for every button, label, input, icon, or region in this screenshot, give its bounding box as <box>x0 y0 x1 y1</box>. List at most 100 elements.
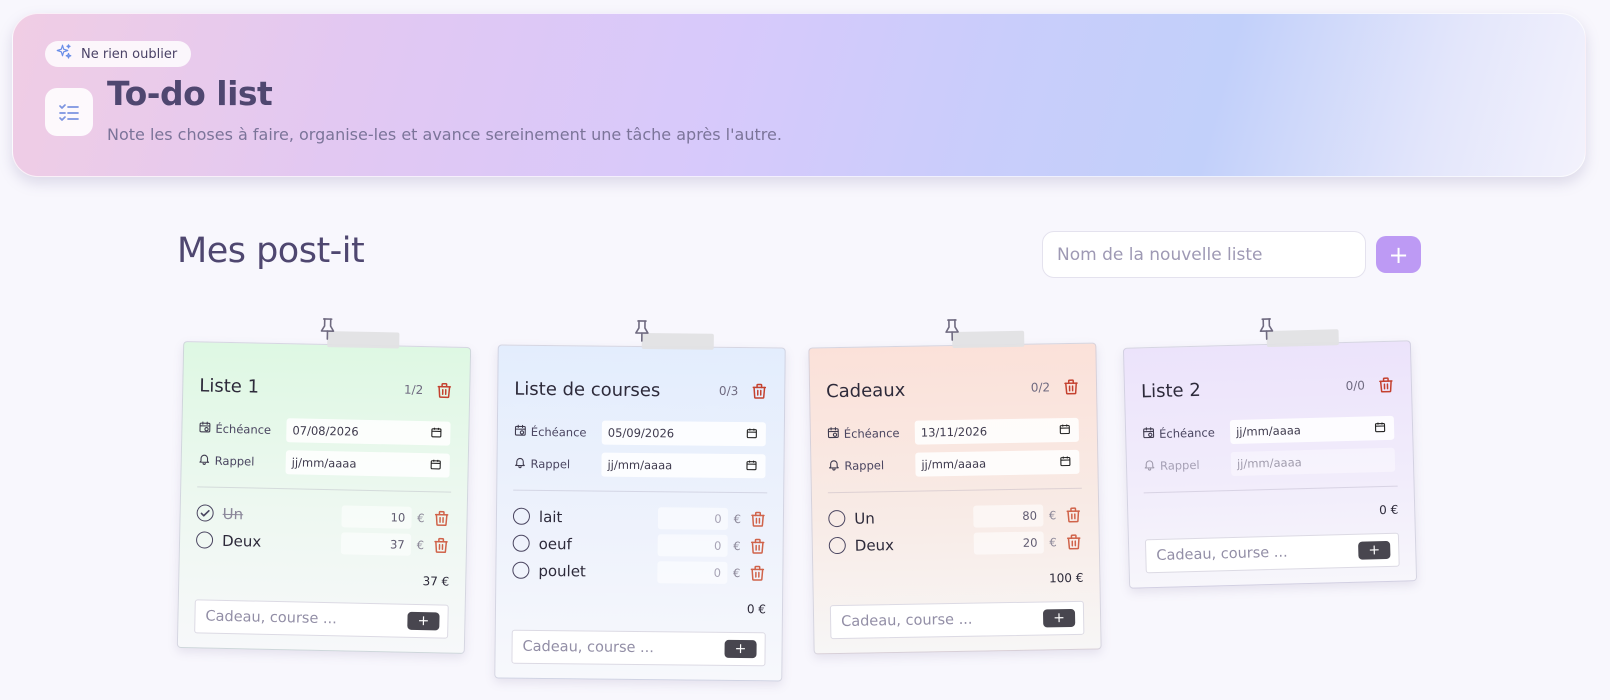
page-subtitle: Note les choses à faire, organise-les et… <box>107 125 782 144</box>
new-list-input[interactable] <box>1042 231 1366 278</box>
reminder-label-text: Rappel <box>530 456 571 472</box>
item-label[interactable]: Un <box>854 507 973 527</box>
item-label[interactable]: oeuf <box>539 534 658 553</box>
due-date-input[interactable]: 13/11/2026 <box>914 417 1080 445</box>
calendar-picker-icon[interactable] <box>746 427 758 442</box>
calendar-picker-icon[interactable] <box>430 426 442 441</box>
delete-item-icon[interactable] <box>432 508 450 528</box>
item-checkbox[interactable] <box>196 504 214 522</box>
add-item-input[interactable] <box>522 638 725 657</box>
item-price-input[interactable]: 10 <box>341 504 412 529</box>
calendar-picker-icon[interactable] <box>1059 454 1071 469</box>
items-list: Un 10 € Deux 37 € <box>195 499 451 558</box>
due-date-input[interactable]: 05/09/2026 <box>601 420 766 447</box>
section-title: Mes post-it <box>177 231 365 271</box>
delete-item-icon[interactable] <box>1064 504 1082 524</box>
card-header: Liste 1 1/2 <box>199 370 454 405</box>
progress-count: 0/3 <box>718 383 739 399</box>
due-date-input[interactable]: jj/mm/aaaa <box>1229 415 1395 445</box>
add-item-input[interactable] <box>205 608 408 629</box>
add-item-button[interactable]: + <box>1358 540 1391 560</box>
add-item-input[interactable] <box>840 610 1044 631</box>
reminder-row: Rappel jj/mm/aaaa <box>197 448 451 478</box>
reminder-date-input[interactable]: jj/mm/aaaa <box>601 452 766 479</box>
item-label[interactable]: Deux <box>855 534 974 555</box>
delete-list-icon[interactable] <box>1062 377 1080 397</box>
divider <box>197 486 452 493</box>
tape <box>327 331 400 349</box>
list-total: 100 € <box>1048 570 1084 586</box>
items-list: lait 0 € oeuf 0 € poulet 0 € <box>512 503 767 587</box>
bell-icon <box>513 456 526 472</box>
delete-list-icon[interactable] <box>435 380 453 400</box>
calendar-picker-icon[interactable] <box>430 458 442 473</box>
sparkle-icon <box>55 43 73 65</box>
item-checkbox[interactable] <box>195 531 214 549</box>
progress-count: 0/2 <box>1030 380 1051 395</box>
list-item: oeuf 0 € <box>512 530 767 560</box>
list-total: 0 € <box>1378 502 1399 518</box>
item-checkbox[interactable] <box>512 561 530 579</box>
card-title[interactable]: Liste 2 <box>1141 375 1346 402</box>
postit-card: Liste 2 0/0 Échéance jj/mm/aaaa Rappel j… <box>1122 318 1418 589</box>
reminder-date-input[interactable]: jj/mm/aaaa <box>285 450 450 478</box>
postit-card: Liste de courses 0/3 Échéance 05/09/2026… <box>494 320 786 682</box>
item-checkbox[interactable] <box>512 507 531 525</box>
reminder-date-input[interactable]: jj/mm/aaaa <box>1230 447 1396 477</box>
euro-label: € <box>733 511 742 526</box>
calendar-icon <box>514 424 527 440</box>
add-item-input[interactable] <box>1156 542 1359 565</box>
item-label[interactable]: Un <box>222 504 341 524</box>
calendar-picker-icon[interactable] <box>1374 420 1386 435</box>
item-label[interactable]: lait <box>539 507 658 526</box>
reminder-label: Rappel <box>513 456 601 473</box>
item-price-input[interactable]: 0 <box>657 506 728 530</box>
delete-item-icon[interactable] <box>748 563 766 583</box>
due-label: Échéance <box>827 425 915 443</box>
due-date-value: 13/11/2026 <box>920 424 988 440</box>
card-title[interactable]: Liste de courses <box>514 378 719 401</box>
card-title[interactable]: Liste 1 <box>199 375 404 400</box>
pin-icon <box>632 319 652 343</box>
page-title: To-do list <box>107 74 273 113</box>
due-label: Échéance <box>1142 424 1230 442</box>
item-price-input[interactable]: 0 <box>656 560 728 584</box>
reminder-date-value: jj/mm/aaaa <box>921 456 987 472</box>
add-item-button[interactable]: + <box>724 639 757 659</box>
due-date-input[interactable]: 07/08/2026 <box>286 418 451 446</box>
tape <box>952 330 1025 349</box>
delete-item-icon[interactable] <box>1065 531 1083 551</box>
euro-label: € <box>732 565 741 580</box>
add-item-row: + <box>194 599 449 639</box>
item-price-input[interactable]: 80 <box>972 503 1044 528</box>
item-price-input[interactable]: 0 <box>657 533 728 557</box>
due-label-text: Échéance <box>843 425 900 441</box>
card-title[interactable]: Cadeaux <box>826 377 1031 401</box>
due-date-value: 05/09/2026 <box>607 425 675 441</box>
calendar-picker-icon[interactable] <box>1059 422 1071 437</box>
euro-label: € <box>733 538 741 553</box>
delete-item-icon[interactable] <box>432 535 450 555</box>
delete-item-icon[interactable] <box>749 509 767 529</box>
due-date-row: Échéance jj/mm/aaaa <box>1142 415 1397 447</box>
delete-item-icon[interactable] <box>749 536 767 556</box>
add-list-button[interactable]: + <box>1376 236 1421 273</box>
item-price-input[interactable]: 37 <box>340 531 411 556</box>
item-label[interactable]: poulet <box>538 561 657 580</box>
calendar-picker-icon[interactable] <box>745 459 757 474</box>
item-checkbox[interactable] <box>512 534 530 552</box>
item-price-input[interactable]: 20 <box>973 530 1044 555</box>
add-item-button[interactable]: + <box>1042 608 1076 628</box>
reminder-label: Rappel <box>827 457 915 475</box>
reminder-row: Rappel jj/mm/aaaa <box>827 449 1081 478</box>
delete-list-icon[interactable] <box>1377 375 1396 395</box>
postit-card: Liste 1 1/2 Échéance 07/08/2026 Rappel j… <box>176 318 472 654</box>
reminder-row: Rappel jj/mm/aaaa <box>1143 447 1398 479</box>
delete-list-icon[interactable] <box>750 381 768 401</box>
add-item-button[interactable]: + <box>407 611 440 631</box>
item-label[interactable]: Deux <box>222 531 341 551</box>
item-checkbox[interactable] <box>828 536 846 555</box>
due-date-value: 07/08/2026 <box>292 423 359 439</box>
item-checkbox[interactable] <box>828 509 846 528</box>
reminder-date-input[interactable]: jj/mm/aaaa <box>915 449 1080 477</box>
